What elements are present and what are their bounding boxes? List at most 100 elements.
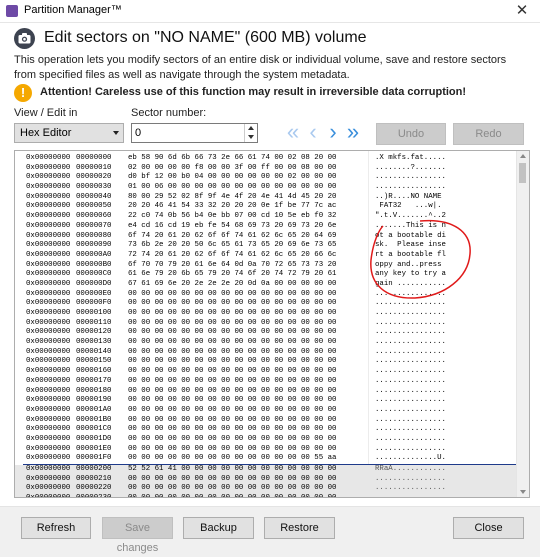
hex-row-offset: 00000070 <box>76 221 112 230</box>
close-button[interactable]: Close <box>453 517 524 539</box>
hex-row[interactable]: 0x00000000 00000210 00 00 00 00 00 00 00 0… <box>15 474 518 485</box>
hex-row[interactable]: 0x00000000 00000110 00 00 00 00 00 00 00 0… <box>15 319 518 329</box>
hex-row[interactable]: 0x00000000 00000030 01 00 06 00 00 00 00 0… <box>15 183 518 193</box>
redo-button[interactable]: Redo <box>453 123 524 145</box>
hex-row-bytes: d0 bf 12 00 b0 04 00 00 00 00 00 00 02 0… <box>128 173 337 182</box>
spin-down-icon[interactable] <box>248 135 254 139</box>
hex-row[interactable]: 0x00000000 00000230 00 00 00 00 00 00 00 0… <box>15 494 518 497</box>
hex-row-ascii: ........?....... <box>375 163 446 172</box>
scroll-thumb[interactable] <box>519 163 526 183</box>
hex-row-offset: 00000060 <box>76 212 112 221</box>
hex-row-bytes: 00 00 00 00 00 00 00 00 00 00 00 00 00 0… <box>128 415 337 424</box>
hex-row-offset: 00000170 <box>76 376 112 385</box>
hex-row-bytes: 02 00 00 00 00 f8 00 00 3f 00 ff 00 00 0… <box>128 163 337 172</box>
vertical-scrollbar[interactable] <box>516 151 529 497</box>
hex-row-ascii: ................ <box>375 494 446 497</box>
hex-row-bytes: 00 00 00 00 00 00 00 00 00 00 00 00 00 0… <box>128 357 337 366</box>
hex-row[interactable]: 0x00000000 000001B0 00 00 00 00 00 00 00 0… <box>15 416 518 426</box>
hex-row-ascii: ................ <box>375 357 446 366</box>
hex-row-bytes: e4 cd 16 cd 19 eb fe 54 68 69 73 20 69 7… <box>128 221 337 230</box>
hex-row-ascii: ..............U. <box>375 454 446 463</box>
hex-row-offset: 00000180 <box>76 386 112 395</box>
hex-row-bytes: 00 00 00 00 00 00 00 00 00 00 00 00 00 0… <box>128 444 337 453</box>
hex-row[interactable]: 0x00000000 00000190 00 00 00 00 00 00 00 0… <box>15 396 518 406</box>
hex-row[interactable]: 0x00000000 00000160 00 00 00 00 00 00 00 0… <box>15 367 518 377</box>
hex-row-ascii: ................ <box>375 318 446 327</box>
hex-row-base-address: 0x00000000 <box>26 494 70 497</box>
hex-row-offset: 00000110 <box>76 318 112 327</box>
hex-row-offset: 00000220 <box>76 484 112 493</box>
hex-row[interactable]: 0x00000000 00000040 80 00 29 52 02 8f 9f 4… <box>15 193 518 203</box>
hex-row-bytes: 00 00 00 00 00 00 00 00 00 00 00 00 00 0… <box>128 347 337 356</box>
hex-row-offset: 00000210 <box>76 474 112 483</box>
hex-row[interactable]: 0x00000000 000001F0 00 00 00 00 00 00 00 0… <box>15 454 518 464</box>
scroll-down-icon[interactable] <box>520 490 526 494</box>
hex-row[interactable]: 0x00000000 00000220 00 00 00 00 00 00 00 0… <box>15 484 518 495</box>
hex-row-base-address: 0x00000000 <box>26 425 71 434</box>
hex-row[interactable]: 0x00000000 000001C0 00 00 00 00 00 00 00 0… <box>15 425 518 435</box>
hex-row[interactable]: 0x00000000 00000010 02 00 00 00 00 f8 00 0… <box>15 164 518 174</box>
hex-row-bytes: 00 00 00 00 00 00 00 00 00 00 00 00 00 0… <box>128 376 337 385</box>
hex-row[interactable]: 0x00000000 000001D0 00 00 00 00 00 00 00 0… <box>15 435 518 445</box>
refresh-button[interactable]: Refresh <box>21 517 91 539</box>
hex-row-bytes: 00 00 00 00 00 00 00 00 00 00 00 00 00 0… <box>128 434 337 443</box>
undo-button[interactable]: Undo <box>376 123 446 145</box>
hex-row[interactable]: 0x00000000 00000200 52 52 61 41 00 00 00 0… <box>15 465 518 475</box>
hex-row-bytes: 00 00 00 00 00 00 00 00 00 00 00 00 00 0… <box>128 494 336 497</box>
hex-row[interactable]: 0x00000000 00000100 00 00 00 00 00 00 00 0… <box>15 309 518 319</box>
hex-row-base-address: 0x00000000 <box>26 289 71 298</box>
hex-row-base-address: 0x00000000 <box>26 386 71 395</box>
sector-spinner[interactable] <box>244 124 257 142</box>
hex-row-bytes: 00 00 00 00 00 00 00 00 00 00 00 00 00 0… <box>128 299 337 308</box>
hex-row-offset: 000000B0 <box>76 260 112 269</box>
view-mode-select[interactable]: Hex Editor <box>14 123 124 143</box>
hex-row[interactable]: 0x00000000 000001E0 00 00 00 00 00 00 00 0… <box>15 445 518 455</box>
hex-row[interactable]: 0x00000000 00000050 20 20 46 41 54 33 32 2… <box>15 202 518 212</box>
hex-row[interactable]: 0x00000000 00000020 d0 bf 12 00 b0 04 00 0… <box>15 173 518 183</box>
last-sector-icon[interactable]: » <box>344 120 362 144</box>
hex-row-ascii: ................ <box>375 347 446 356</box>
hex-row-base-address: 0x00000000 <box>26 231 71 240</box>
title-bar: Partition Manager™ ✕ <box>0 0 540 23</box>
hex-row[interactable]: 0x00000000 00000130 00 00 00 00 00 00 00 0… <box>15 338 518 348</box>
scroll-up-icon[interactable] <box>520 154 526 158</box>
first-sector-icon[interactable]: « <box>284 120 302 144</box>
previous-sector-icon[interactable]: ‹ <box>304 120 322 144</box>
edit-sector-icon <box>14 28 35 49</box>
hex-row-bytes: 00 00 00 00 00 00 00 00 00 00 00 00 00 0… <box>128 474 337 483</box>
hex-row-bytes: 00 00 00 00 00 00 00 00 00 00 00 00 00 0… <box>128 454 337 463</box>
close-window-icon[interactable]: ✕ <box>504 0 540 22</box>
backup-button[interactable]: Backup <box>183 517 254 539</box>
hex-row-offset: 00000120 <box>76 328 112 337</box>
hex-row-offset: 000000D0 <box>76 279 112 288</box>
hex-editor[interactable]: 0x00000000 00000000 eb 58 90 6d 6b 66 73 2… <box>14 150 530 498</box>
hex-row[interactable]: 0x00000000 00000120 00 00 00 00 00 00 00 0… <box>15 328 518 338</box>
hex-row-bytes: 20 20 46 41 54 33 32 20 20 20 0e 1f be 7… <box>128 202 337 211</box>
next-sector-icon[interactable]: › <box>324 120 342 144</box>
hex-row-base-address: 0x00000000 <box>26 474 71 483</box>
restore-button[interactable]: Restore <box>264 517 335 539</box>
hex-row[interactable]: 0x00000000 00000180 00 00 00 00 00 00 00 0… <box>15 387 518 397</box>
spin-up-icon[interactable] <box>248 126 254 130</box>
chevron-down-icon <box>113 131 119 135</box>
hex-row-ascii: ................ <box>375 338 446 347</box>
hex-row[interactable]: 0x00000000 00000170 00 00 00 00 00 00 00 0… <box>15 377 518 387</box>
hex-row-offset: 000001B0 <box>76 415 112 424</box>
hex-row-ascii: ................ <box>375 415 446 424</box>
hex-row-ascii: ................ <box>375 376 446 385</box>
hex-row-offset: 00000100 <box>76 309 112 317</box>
hex-row[interactable]: 0x00000000 00000000 eb 58 90 6d 6b 66 73 2… <box>15 154 518 164</box>
hex-row-base-address: 0x00000000 <box>26 347 71 356</box>
hex-row[interactable]: 0x00000000 000001A0 00 00 00 00 00 00 00 0… <box>15 406 518 416</box>
hex-row[interactable]: 0x00000000 00000140 00 00 00 00 00 00 00 0… <box>15 348 518 358</box>
hex-row-base-address: 0x00000000 <box>26 202 71 211</box>
hex-row-offset: 00000080 <box>76 231 112 240</box>
sector-number-input[interactable]: 0 <box>131 123 258 143</box>
footer-bar: Refresh Save changes Backup Restore Clos… <box>0 506 540 557</box>
hex-row-base-address: 0x00000000 <box>26 260 71 269</box>
hex-row-base-address: 0x00000000 <box>26 279 71 288</box>
hex-row[interactable]: 0x00000000 00000150 00 00 00 00 00 00 00 0… <box>15 357 518 367</box>
hex-row-bytes: 00 00 00 00 00 00 00 00 00 00 00 00 00 0… <box>128 309 337 317</box>
save-changes-button[interactable]: Save changes <box>102 517 173 554</box>
hex-row-bytes: 00 00 00 00 00 00 00 00 00 00 00 00 00 0… <box>128 367 337 376</box>
